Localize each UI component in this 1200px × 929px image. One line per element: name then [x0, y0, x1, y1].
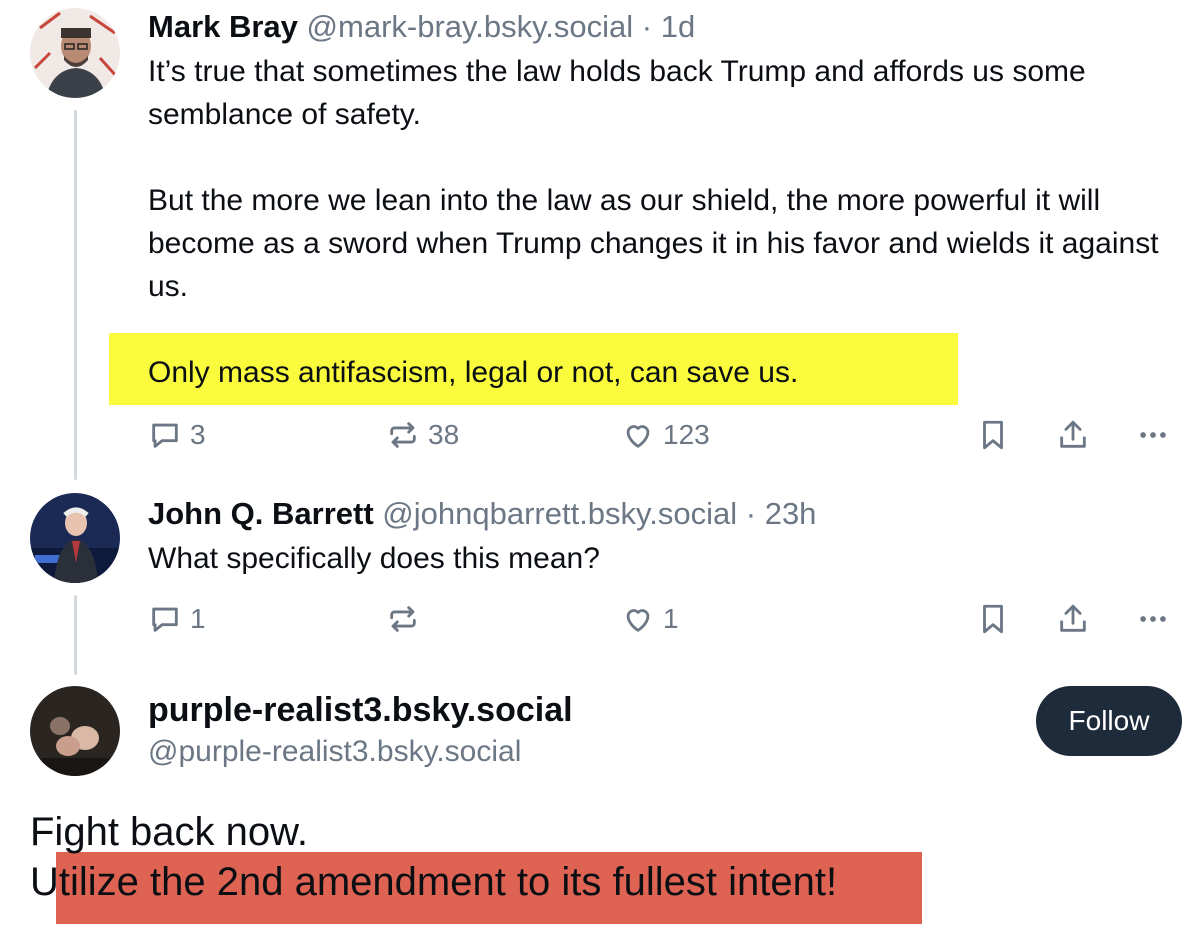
share-button[interactable] — [1056, 602, 1090, 636]
reply-line-1: Fight back now. — [30, 810, 308, 854]
repost-icon — [390, 422, 416, 448]
author-handle[interactable]: @johnqbarrett.bsky.social — [382, 496, 737, 531]
bookmark-icon — [983, 604, 1003, 634]
avatar-john-barrett[interactable] — [30, 493, 120, 583]
reply-icon — [152, 423, 178, 448]
post-paragraph: But the more we lean into the law as our… — [148, 184, 1159, 303]
thread-line — [74, 110, 77, 480]
post-actions: 3 38 123 — [148, 418, 1170, 458]
like-count: 1 — [663, 603, 679, 634]
post-paragraph: It’s true that sometimes the law holds b… — [148, 55, 1086, 131]
profile-handle[interactable]: @purple-realist3.bsky.social — [148, 732, 1000, 772]
author-handle[interactable]: @mark-bray.bsky.social — [307, 9, 634, 44]
follow-button[interactable]: Follow — [1036, 686, 1182, 756]
post-paragraph: What specifically does this mean? — [148, 542, 600, 575]
like-count: 123 — [663, 419, 710, 450]
post-time[interactable]: 23h — [765, 496, 817, 531]
share-icon — [1060, 420, 1086, 448]
separator: · — [641, 9, 653, 44]
post-mark-bray: Mark Bray @mark-bray.bsky.social · 1d It… — [148, 8, 1170, 394]
reply-button[interactable]: 1 — [148, 602, 206, 636]
repost-button[interactable]: 38 — [386, 418, 459, 452]
more-icon — [1140, 432, 1166, 438]
reply-button[interactable]: 3 — [148, 418, 206, 452]
separator: · — [745, 496, 757, 531]
post-body: It’s true that sometimes the law holds b… — [148, 50, 1170, 394]
reply-count: 1 — [190, 603, 206, 634]
reply-count: 3 — [190, 419, 206, 450]
repost-count: 38 — [428, 419, 460, 450]
post-header: John Q. Barrett @johnqbarrett.bsky.socia… — [148, 495, 1170, 533]
like-icon — [626, 425, 650, 448]
share-icon — [1060, 604, 1086, 632]
like-button[interactable]: 1 — [621, 602, 679, 636]
post-body: What specifically does this mean? — [148, 537, 1170, 580]
repost-icon — [390, 606, 416, 632]
profile-header: purple-realist3.bsky.social @purple-real… — [148, 688, 1000, 772]
bookmark-icon — [983, 420, 1003, 450]
post-time[interactable]: 1d — [661, 9, 695, 44]
avatar-mark-bray[interactable] — [30, 8, 120, 98]
bookmark-button[interactable] — [976, 418, 1010, 452]
reply-line-2: Utilize the 2nd amendment to its fullest… — [30, 860, 838, 904]
post-actions: 1 1 — [148, 602, 1170, 642]
post-john-barrett: John Q. Barrett @johnqbarrett.bsky.socia… — [148, 495, 1170, 580]
profile-display-name[interactable]: purple-realist3.bsky.social — [148, 688, 1000, 732]
avatar-purple-realist[interactable] — [30, 686, 120, 776]
thread-line — [74, 595, 77, 675]
reply-icon — [152, 607, 178, 632]
more-icon — [1140, 616, 1166, 622]
like-button[interactable]: 123 — [621, 418, 710, 452]
post-header: Mark Bray @mark-bray.bsky.social · 1d — [148, 8, 1170, 46]
share-button[interactable] — [1056, 418, 1090, 452]
author-name[interactable]: John Q. Barrett — [148, 496, 374, 531]
more-button[interactable] — [1136, 418, 1170, 452]
like-icon — [626, 609, 650, 632]
bookmark-button[interactable] — [976, 602, 1010, 636]
more-button[interactable] — [1136, 602, 1170, 636]
author-name[interactable]: Mark Bray — [148, 9, 298, 44]
post-paragraph-highlighted: Only mass antifascism, legal or not, can… — [148, 356, 799, 389]
repost-button[interactable] — [386, 602, 428, 636]
